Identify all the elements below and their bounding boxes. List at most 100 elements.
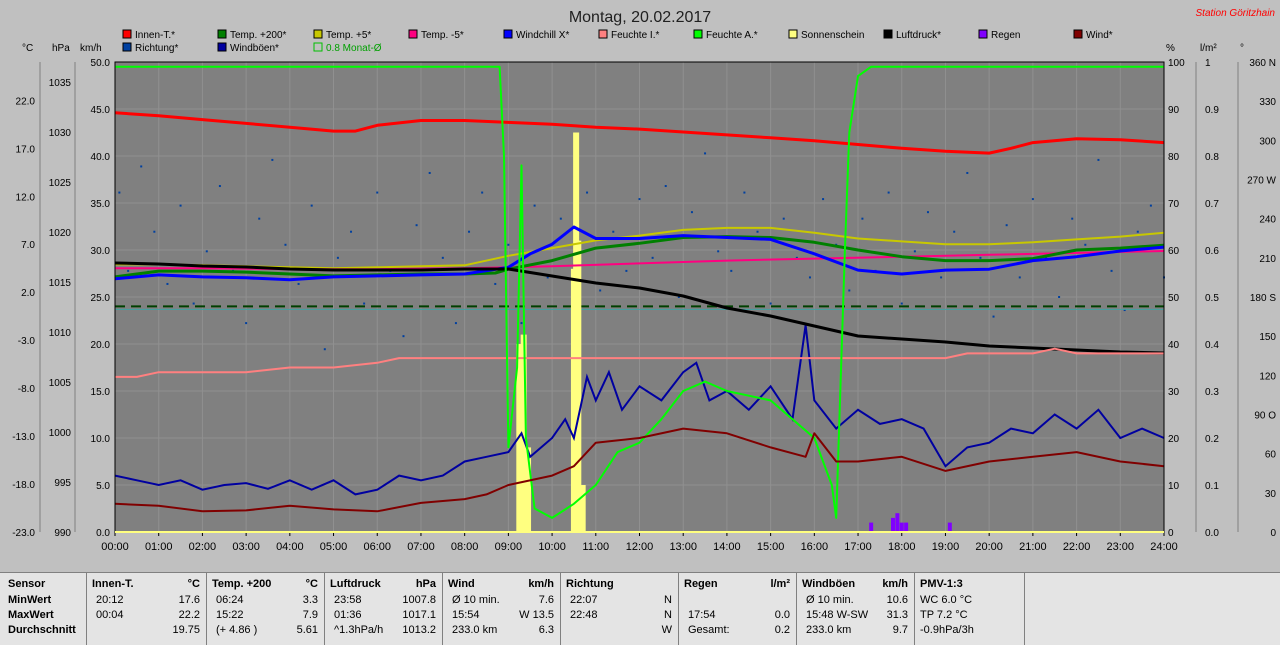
stats-header: Luftdruck: [330, 578, 381, 590]
direction-point: [297, 282, 300, 285]
stats-cell-value: 7.9: [302, 609, 318, 621]
tick-label-rain: 1: [1205, 58, 1211, 69]
tick-label-wind: 0.0: [96, 528, 110, 539]
legend-label: Temp. +5*: [326, 30, 371, 41]
tick-label-wind: 10.0: [91, 434, 111, 445]
tick-label-rain: 0.9: [1205, 105, 1219, 116]
direction-point: [940, 276, 943, 279]
direction-point: [1149, 204, 1152, 207]
rain-bar: [869, 522, 874, 532]
tick-label-humidity: 80: [1168, 152, 1180, 163]
stats-cell-label: (+ 4.86 ): [216, 624, 258, 636]
direction-point: [625, 269, 628, 272]
stats-unit: °C: [187, 578, 200, 590]
stats-cell-value: N: [664, 609, 672, 621]
stats-cell-label: Ø 10 min.: [452, 594, 500, 606]
tick-label-direction: 270 W: [1247, 176, 1276, 187]
stats-header: Richtung: [566, 578, 614, 590]
stats-cell-label: 17:54: [688, 609, 716, 621]
direction-point: [861, 217, 864, 220]
tick-label-time: 23:00: [1107, 541, 1135, 553]
legend-swatch: [598, 29, 608, 39]
direction-point: [481, 191, 484, 194]
tick-label-direction: 120: [1259, 371, 1276, 382]
stats-header: Regen: [684, 578, 718, 590]
chart-svg: Montag, 20.02.2017 Station Göritzhain Inne…: [0, 0, 1280, 572]
stats-row-min: MinWert: [8, 594, 52, 606]
direction-point: [926, 211, 929, 214]
legend-label: 0.8 Monat-Ø: [326, 43, 382, 54]
tick-label-time: 14:00: [713, 541, 741, 553]
legend-swatch: [788, 29, 798, 39]
tick-label-pressure: 1010: [49, 328, 72, 339]
legend-label: Temp. -5*: [421, 30, 464, 41]
stats-cell-label: 00:04: [96, 609, 124, 621]
direction-point: [140, 165, 143, 168]
direction-point: [205, 250, 208, 253]
legend-label: Regen: [991, 30, 1020, 41]
tick-label-time: 00:00: [101, 541, 129, 553]
rain-bar: [899, 522, 904, 532]
tick-label-pressure: 1000: [49, 428, 72, 439]
unit-deg: °: [1240, 43, 1244, 54]
tick-label-time: 03:00: [232, 541, 260, 553]
tick-label-time: 06:00: [363, 541, 391, 553]
tick-label-direction: 300: [1259, 136, 1276, 147]
stats-header: Innen-T.: [92, 578, 134, 590]
direction-point: [428, 171, 431, 174]
legend-swatch: [978, 29, 988, 39]
legend-label: Innen-T.*: [135, 30, 175, 41]
tick-label-time: 16:00: [801, 541, 829, 553]
tick-label-rain: 0.5: [1205, 293, 1219, 304]
tick-label-temperature: -18.0: [12, 480, 35, 491]
tick-label-time: 04:00: [276, 541, 304, 553]
stats-cell-value: 6.3: [538, 624, 554, 636]
tick-label-pressure: 1035: [49, 78, 72, 89]
direction-point: [664, 185, 667, 188]
stats-cell-value: 7.6: [538, 594, 554, 606]
stats-column-regen: Regen l/m² 17:54 0.0 Gesamt: 0.2: [678, 573, 797, 645]
tick-label-temperature: -8.0: [18, 384, 36, 395]
legend-label: Wind*: [1086, 30, 1113, 41]
legend-label: Sonnenschein: [801, 30, 864, 41]
tick-label-time: 24:00: [1150, 541, 1178, 553]
tick-label-time: 21:00: [1019, 541, 1047, 553]
stats-cell-value: 3.3: [302, 594, 318, 606]
legend-swatch: [122, 42, 132, 52]
legend-swatch: [1073, 29, 1083, 39]
tick-label-temperature: -13.0: [12, 432, 35, 443]
stats-header: Wind: [448, 578, 475, 590]
direction-point: [782, 217, 785, 220]
stats-cell-value: 9.7: [892, 624, 908, 636]
stats-cell-value: 5.61: [296, 624, 318, 636]
unit-percent: %: [1166, 43, 1175, 54]
stats-cell-label: Gesamt:: [688, 624, 730, 636]
legend-label: Temp. +200*: [230, 30, 287, 41]
tick-label-time: 11:00: [582, 541, 609, 553]
direction-point: [258, 217, 261, 220]
tick-label-time: 09:00: [495, 541, 523, 553]
direction-point: [271, 158, 274, 161]
tick-label-pressure: 1030: [49, 128, 72, 139]
direction-point: [887, 191, 890, 194]
unit-lm2: l/m²: [1200, 43, 1217, 54]
legend-swatch: [313, 29, 323, 39]
direction-point: [218, 185, 221, 188]
tick-label-direction: 210: [1259, 254, 1276, 265]
tick-label-wind: 50.0: [91, 58, 111, 69]
legend-swatch: [408, 29, 418, 39]
tick-label-wind: 30.0: [91, 246, 111, 257]
tick-label-time: 01:00: [145, 541, 173, 553]
stats-cell-value: W: [661, 624, 672, 636]
direction-point: [900, 302, 903, 305]
rain-bar: [947, 522, 952, 532]
stats-cell-value: N: [664, 594, 672, 606]
legend-label: Windchill X*: [516, 30, 569, 41]
stats-row-max: MaxWert: [8, 609, 54, 621]
legend-item: Sonnenschein: [788, 29, 864, 41]
stats-cell-value: 1017.1: [402, 609, 436, 621]
rain-bar: [891, 517, 896, 532]
direction-point: [310, 204, 313, 207]
tick-label-temperature: 7.0: [21, 240, 35, 251]
stats-cell-label: 15:54: [452, 609, 480, 621]
